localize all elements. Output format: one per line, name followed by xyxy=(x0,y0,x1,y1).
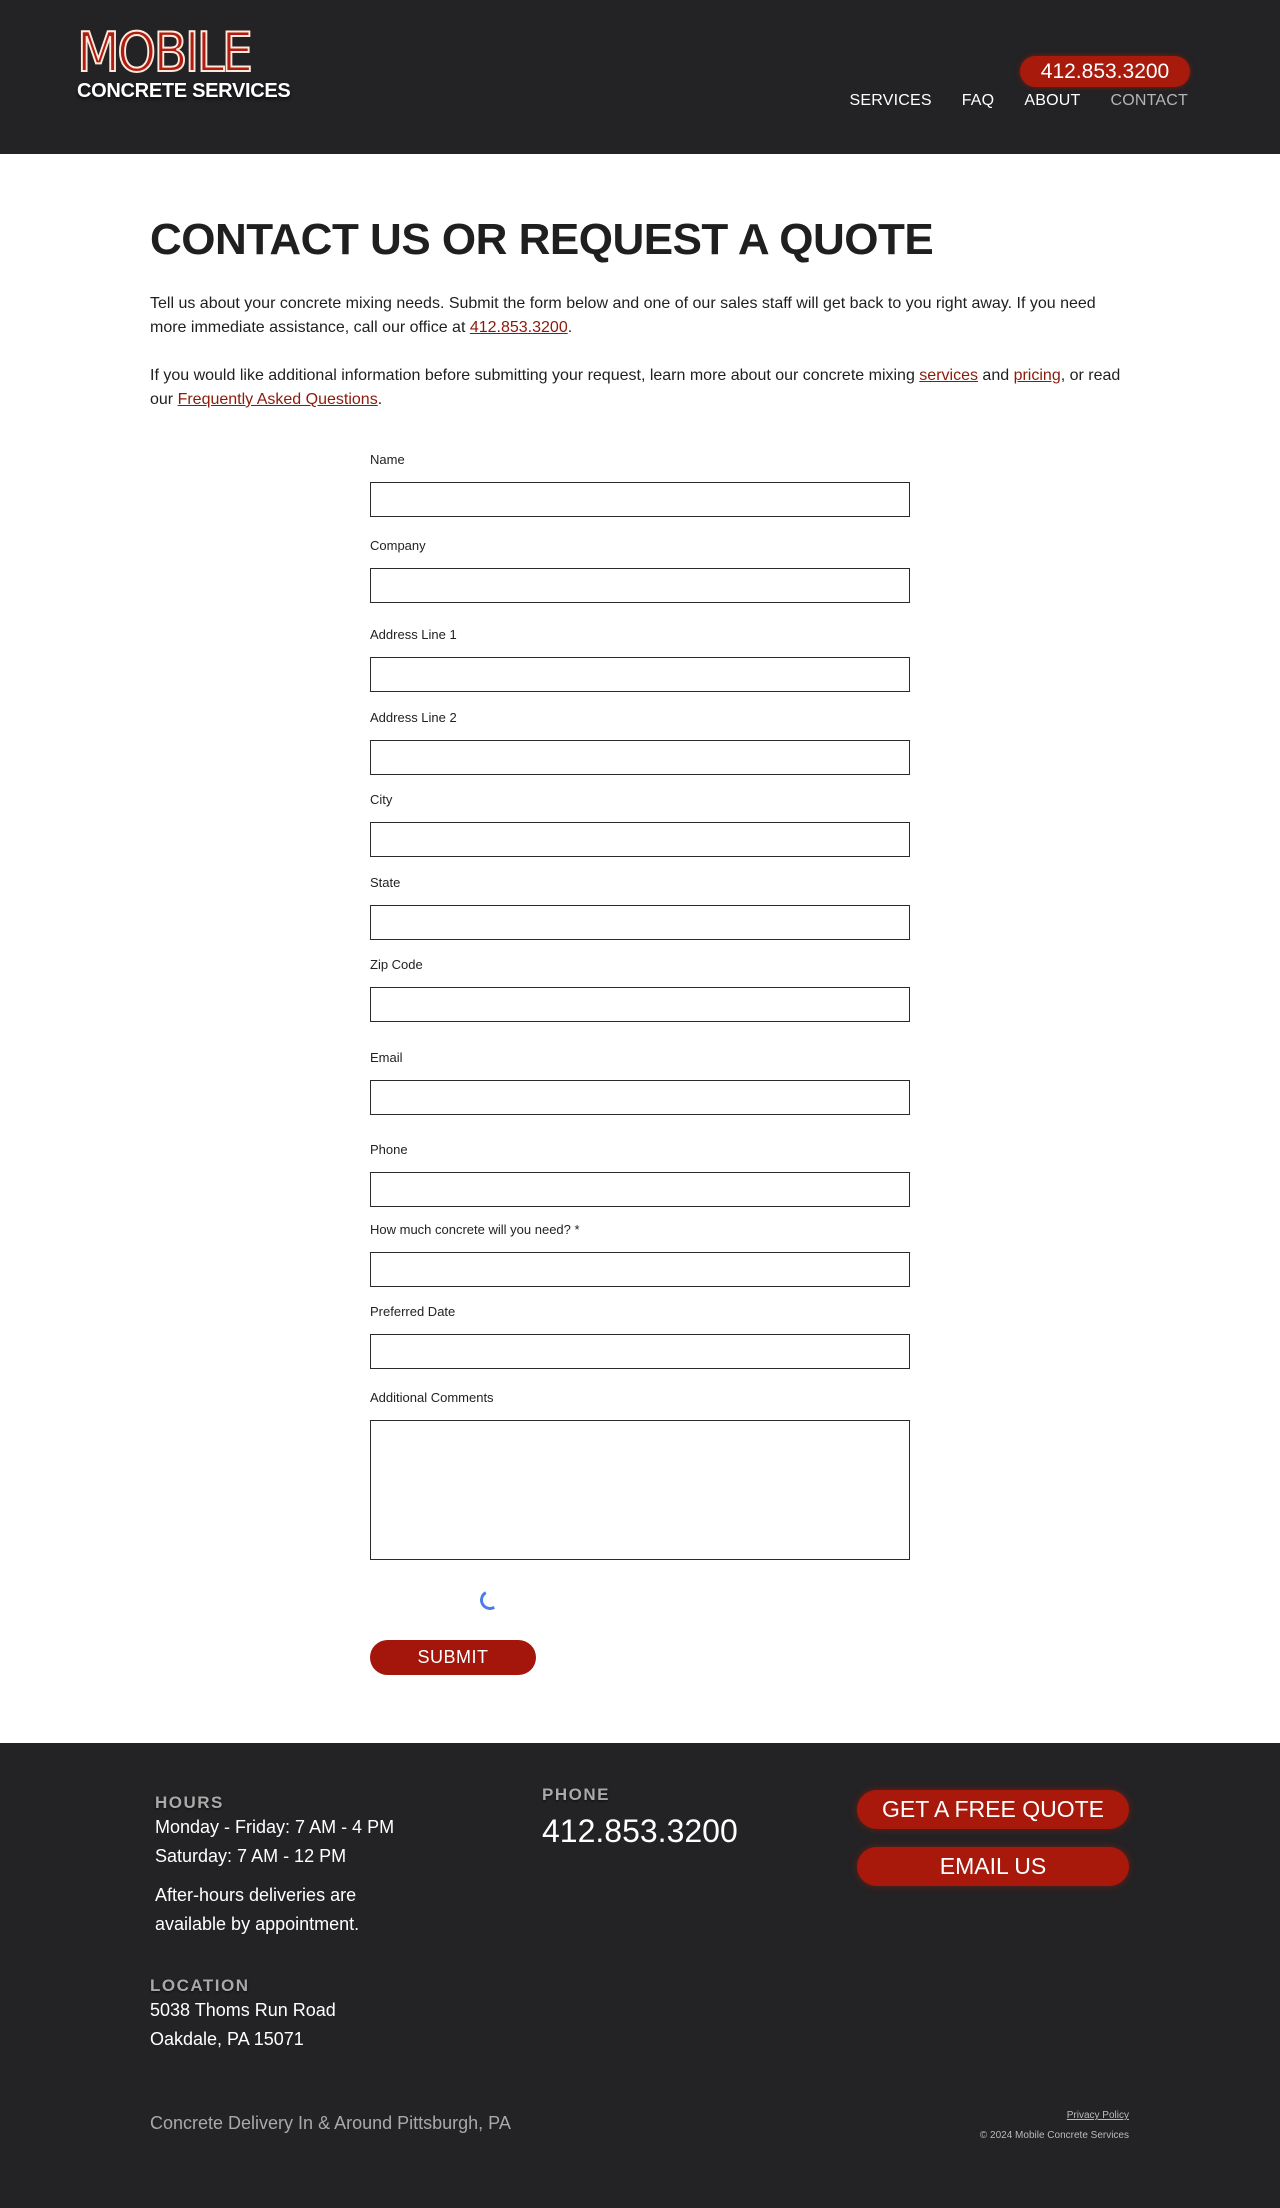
header-phone-button[interactable]: 412.853.3200 xyxy=(1020,56,1190,87)
intro-paragraph-1: Tell us about your concrete mixing needs… xyxy=(150,292,1135,340)
field-phone: Phone xyxy=(370,1142,910,1207)
services-link[interactable]: services xyxy=(919,367,978,384)
address-1-label: Address Line 1 xyxy=(370,627,457,642)
comments-textarea[interactable] xyxy=(370,1420,910,1560)
concrete-amount-label: How much concrete will you need? * xyxy=(370,1222,580,1237)
privacy-policy-link[interactable]: Privacy Policy xyxy=(1067,2110,1129,2121)
address-line-1: 5038 Thoms Run Road xyxy=(150,2000,336,2020)
nav-services[interactable]: SERVICES xyxy=(849,92,931,110)
site-logo[interactable]: MOBILE CONCRETE SERVICES xyxy=(76,21,292,103)
loading-spinner-icon xyxy=(477,1587,503,1613)
submit-button[interactable]: SUBMIT xyxy=(370,1640,536,1675)
get-free-quote-button[interactable]: GET A FREE QUOTE xyxy=(857,1790,1129,1829)
site-header: MOBILE CONCRETE SERVICES 412.853.3200 SE… xyxy=(0,0,1280,154)
state-input[interactable] xyxy=(370,905,910,940)
zip-input[interactable] xyxy=(370,987,910,1022)
field-zip: Zip Code xyxy=(370,957,910,1022)
hours-heading: HOURS xyxy=(155,1793,224,1812)
hours-section: HOURS Monday - Friday: 7 AM - 4 PM Satur… xyxy=(155,1793,415,1939)
email-label: Email xyxy=(370,1050,403,1065)
preferred-date-input[interactable] xyxy=(370,1334,910,1369)
page-title: CONTACT US OR REQUEST A QUOTE xyxy=(150,215,934,264)
city-input[interactable] xyxy=(370,822,910,857)
intro-text: If you would like additional information… xyxy=(150,367,920,384)
intro-paragraph-2: If you would like additional information… xyxy=(150,364,1135,412)
address-1-input[interactable] xyxy=(370,657,910,692)
field-company: Company xyxy=(370,538,910,603)
name-label: Name xyxy=(370,452,405,467)
phone-label: Phone xyxy=(370,1142,408,1157)
intro-text: and xyxy=(977,367,1014,384)
field-address-1: Address Line 1 xyxy=(370,627,910,692)
main-content: CONTACT US OR REQUEST A QUOTE Tell us ab… xyxy=(0,214,1280,1675)
nav-about[interactable]: ABOUT xyxy=(1024,92,1080,110)
main-nav: SERVICES FAQ ABOUT CONTACT xyxy=(849,92,1188,110)
faq-link[interactable]: Frequently Asked Questions xyxy=(178,391,378,408)
intro-end: . xyxy=(567,319,573,336)
field-concrete-amount: How much concrete will you need? * xyxy=(370,1222,910,1287)
footer-tagline: Concrete Delivery In & Around Pittsburgh… xyxy=(150,2113,511,2133)
after-hours-note: After-hours deliveries are available by … xyxy=(155,1885,360,1934)
field-comments: Additional Comments xyxy=(370,1390,910,1560)
company-label: Company xyxy=(370,538,426,553)
field-name: Name xyxy=(370,452,910,517)
preferred-date-label: Preferred Date xyxy=(370,1304,456,1319)
legal-section: Privacy Policy © 2024 Mobile Concrete Se… xyxy=(980,2106,1129,2146)
location-heading: LOCATION xyxy=(150,1976,250,1995)
comments-label: Additional Comments xyxy=(370,1390,494,1405)
intro-text: Tell us about your concrete mixing needs… xyxy=(150,295,1096,336)
field-city: City xyxy=(370,792,910,857)
phone-link[interactable]: 412.853.3200 xyxy=(470,319,568,336)
address-line-2: Oakdale, PA 15071 xyxy=(150,2029,304,2049)
nav-faq[interactable]: FAQ xyxy=(962,92,995,110)
copyright: © 2024 Mobile Concrete Services xyxy=(979,2130,1129,2141)
concrete-amount-input[interactable] xyxy=(370,1252,910,1287)
hours-saturday: Saturday: 7 AM - 12 PM xyxy=(155,1846,347,1866)
name-input[interactable] xyxy=(370,482,910,517)
field-preferred-date: Preferred Date xyxy=(370,1304,910,1369)
company-input[interactable] xyxy=(370,568,910,603)
pricing-link[interactable]: pricing xyxy=(1014,367,1061,384)
hours-weekday: Monday - Friday: 7 AM - 4 PM xyxy=(155,1817,395,1837)
phone-section: PHONE 412.853.3200 xyxy=(542,1785,738,1851)
email-us-button[interactable]: EMAIL US xyxy=(857,1847,1129,1886)
location-section: LOCATION 5038 Thoms Run Road Oakdale, PA… xyxy=(150,1976,336,2054)
quote-form: Name Company Address Line 1 Address Line… xyxy=(370,452,910,1675)
captcha-area xyxy=(370,1560,910,1640)
address-2-input[interactable] xyxy=(370,740,910,775)
phone-input[interactable] xyxy=(370,1172,910,1207)
email-input[interactable] xyxy=(370,1080,910,1115)
logo-main-text: MOBILE xyxy=(76,21,254,84)
address-2-label: Address Line 2 xyxy=(370,710,457,725)
footer-phone-number[interactable]: 412.853.3200 xyxy=(542,1811,738,1851)
zip-label: Zip Code xyxy=(370,957,423,972)
state-label: State xyxy=(370,875,401,890)
intro-end: . xyxy=(377,391,383,408)
field-email: Email xyxy=(370,1050,910,1115)
field-address-2: Address Line 2 xyxy=(370,710,910,775)
nav-contact[interactable]: CONTACT xyxy=(1110,92,1188,110)
phone-heading: PHONE xyxy=(542,1785,610,1804)
city-label: City xyxy=(370,792,393,807)
field-state: State xyxy=(370,875,910,940)
site-footer: HOURS Monday - Friday: 7 AM - 4 PM Satur… xyxy=(0,1743,1280,2208)
